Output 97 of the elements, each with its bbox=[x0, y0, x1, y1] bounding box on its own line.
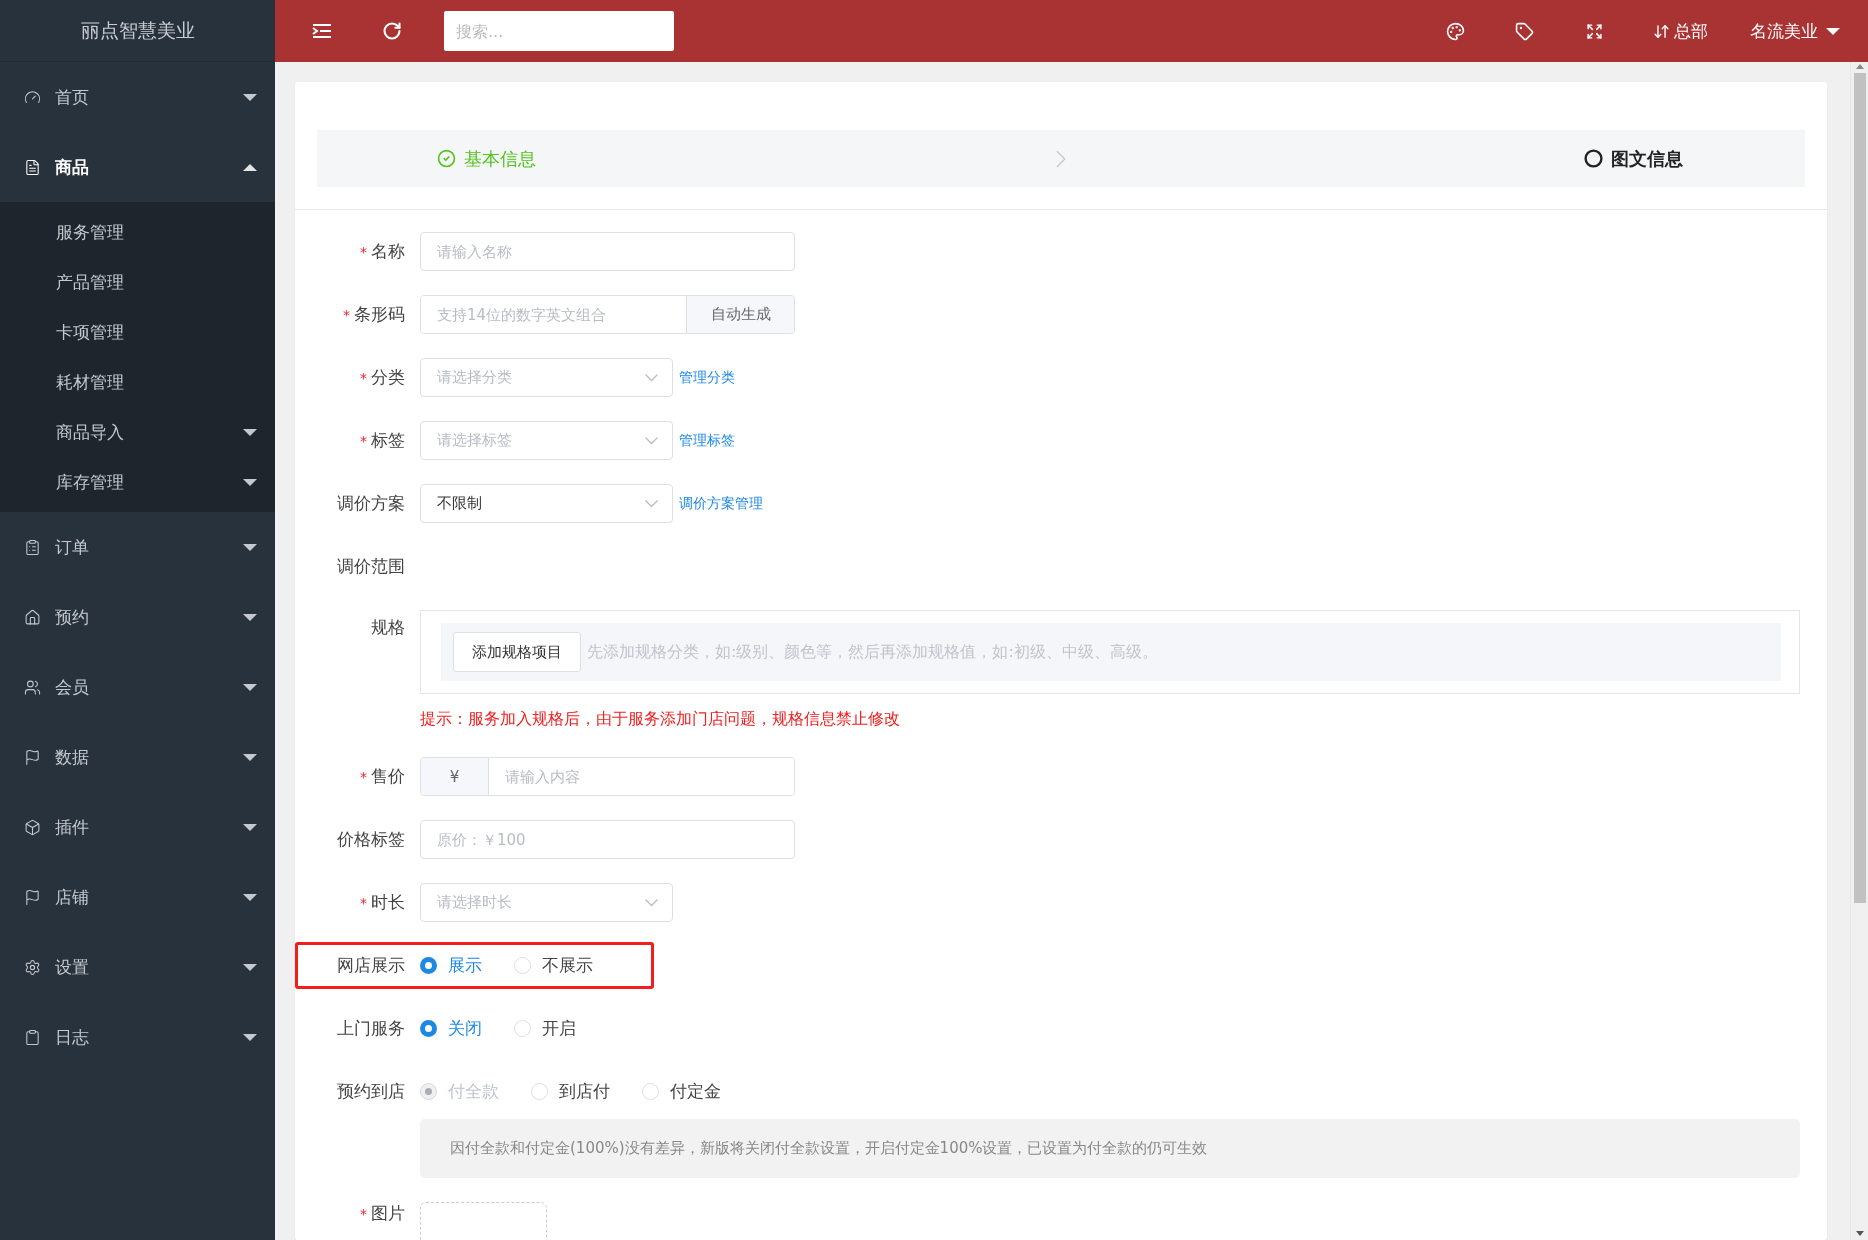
radio-option[interactable]: 开启 bbox=[514, 1017, 576, 1040]
tag-icon[interactable] bbox=[1515, 21, 1534, 41]
check-circle-icon bbox=[437, 149, 456, 168]
gauge-icon bbox=[24, 88, 41, 106]
sidebar-item[interactable]: 日志 bbox=[0, 1002, 275, 1072]
sidebar-item[interactable]: 店铺 bbox=[0, 862, 275, 932]
sidebar-item[interactable]: 订单 bbox=[0, 512, 275, 582]
radio-option[interactable]: 不展示 bbox=[514, 954, 593, 977]
radio-button[interactable] bbox=[420, 957, 437, 974]
field-label: 上门服务 bbox=[337, 1018, 405, 1038]
refresh-icon[interactable] bbox=[382, 21, 402, 41]
currency-prefix: ¥ bbox=[421, 758, 489, 795]
required-mark: * bbox=[343, 307, 350, 323]
radio-option[interactable]: 付定金 bbox=[642, 1080, 721, 1103]
field-label: 名称 bbox=[371, 241, 405, 261]
required-mark: * bbox=[360, 244, 367, 260]
caret-icon bbox=[243, 93, 257, 101]
field-label: 预约到店 bbox=[337, 1081, 405, 1101]
clipboard-icon bbox=[24, 538, 41, 556]
field-label: 规格 bbox=[371, 617, 405, 637]
submenu-item[interactable]: 耗材管理 bbox=[0, 357, 275, 407]
chevron-down-icon bbox=[645, 898, 658, 907]
submenu-item[interactable]: 产品管理 bbox=[0, 257, 275, 307]
expand-icon[interactable] bbox=[1586, 22, 1603, 40]
caret-icon bbox=[243, 163, 257, 171]
text-input[interactable]: 原价：￥100 bbox=[420, 820, 795, 859]
required-mark: * bbox=[360, 370, 367, 386]
generate-button[interactable]: 自动生成 bbox=[686, 296, 794, 333]
info-note: 因付全款和付定金(100%)没有差异，新版将关闭付全款设置，开启付定金100%设置，已设置为付全款的仍可生效 bbox=[420, 1119, 1800, 1178]
price-input[interactable]: ¥ 请输入内容 bbox=[420, 757, 795, 796]
submenu-item[interactable]: 库存管理 bbox=[0, 457, 275, 507]
barcode-input[interactable]: 支持14位的数字英文组合 自动生成 bbox=[420, 295, 795, 334]
caret-icon bbox=[243, 893, 257, 901]
required-mark: * bbox=[360, 895, 367, 911]
chevron-down-icon bbox=[645, 373, 658, 382]
field-label: 条形码 bbox=[354, 304, 405, 324]
submenu-item[interactable]: 服务管理 bbox=[0, 207, 275, 257]
submenu-item[interactable]: 卡项管理 bbox=[0, 307, 275, 357]
field-label: 售价 bbox=[371, 766, 405, 786]
house-icon bbox=[24, 608, 41, 626]
sidebar-item[interactable]: 首页 bbox=[0, 62, 275, 132]
sidebar-item[interactable]: 数据 bbox=[0, 722, 275, 792]
sidebar-item[interactable]: 商品 bbox=[0, 132, 275, 202]
select-field[interactable]: 不限制 bbox=[420, 484, 673, 523]
radio-button[interactable] bbox=[420, 1020, 437, 1037]
radio-option[interactable]: 展示 bbox=[420, 954, 482, 977]
scrollbar[interactable] bbox=[1850, 62, 1868, 1240]
document-icon bbox=[24, 158, 41, 176]
caret-icon bbox=[243, 753, 257, 761]
field-label: 标签 bbox=[371, 430, 405, 450]
sidebar-item[interactable]: 预约 bbox=[0, 582, 275, 652]
store-selector[interactable]: 总部 bbox=[1653, 19, 1708, 43]
clipboard-icon bbox=[24, 1028, 41, 1046]
required-mark: * bbox=[360, 433, 367, 449]
caret-icon bbox=[243, 543, 257, 551]
caret-icon bbox=[243, 823, 257, 831]
required-mark: * bbox=[360, 769, 367, 785]
search-field[interactable]: 搜索... bbox=[444, 11, 674, 51]
required-mark: * bbox=[360, 1206, 367, 1222]
manage-link[interactable]: 管理分类 bbox=[679, 368, 735, 387]
step: 图文信息 bbox=[1584, 146, 1805, 171]
radio-option[interactable]: 到店付 bbox=[531, 1080, 610, 1103]
text-input[interactable]: 请输入名称 bbox=[420, 232, 795, 271]
warning-text: 提示：服务加入规格后，由于服务添加门店问题，规格信息禁止修改 bbox=[420, 709, 900, 730]
field-label: 时长 bbox=[371, 892, 405, 912]
sidebar-item[interactable]: 会员 bbox=[0, 652, 275, 722]
caret-icon bbox=[243, 1033, 257, 1041]
flag-icon bbox=[24, 888, 41, 906]
users-icon bbox=[24, 678, 41, 696]
manage-link[interactable]: 管理标签 bbox=[679, 431, 735, 450]
sidebar-item[interactable]: 插件 bbox=[0, 792, 275, 862]
step: 基本信息 bbox=[317, 146, 536, 171]
chevron-down-icon bbox=[645, 436, 658, 445]
flag-icon bbox=[24, 748, 41, 766]
sidebar-item[interactable]: 设置 bbox=[0, 932, 275, 1002]
caret-icon bbox=[243, 963, 257, 971]
field-label: 价格标签 bbox=[337, 829, 405, 849]
settings-icon bbox=[24, 958, 41, 976]
caret-icon bbox=[243, 613, 257, 621]
field-label: 调价范围 bbox=[337, 556, 405, 576]
menu-icon[interactable] bbox=[312, 23, 332, 39]
cube-icon bbox=[24, 818, 41, 836]
palette-icon[interactable] bbox=[1446, 21, 1465, 41]
submenu-item[interactable]: 商品导入 bbox=[0, 407, 275, 457]
field-label: 调价方案 bbox=[337, 493, 405, 513]
chevron-down-icon bbox=[645, 499, 658, 508]
caret-icon bbox=[243, 683, 257, 691]
field-label: 网店展示 bbox=[337, 955, 405, 975]
user-menu[interactable]: 名流美业 bbox=[1750, 19, 1840, 43]
add-spec-button[interactable]: 添加规格项目 bbox=[453, 632, 581, 672]
manage-link[interactable]: 调价方案管理 bbox=[679, 494, 763, 513]
caret-icon bbox=[1826, 27, 1840, 35]
circle-icon bbox=[1584, 149, 1603, 168]
field-label: 分类 bbox=[371, 367, 405, 387]
field-label: 图片 bbox=[371, 1203, 405, 1223]
arrows-icon bbox=[1653, 22, 1670, 40]
radio-option[interactable]: 关闭 bbox=[420, 1017, 482, 1040]
